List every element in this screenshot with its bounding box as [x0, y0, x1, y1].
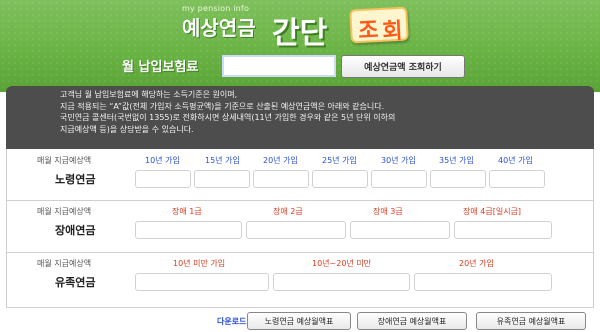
monthly-premium-label: 월 납입보험료 [122, 60, 199, 75]
old-age-col-label: 25년 가입 [322, 156, 357, 165]
survivor-pension-section: 매월 지급예상액 유족연금 10년 미만 가입 10년~20년 미만 20년 가… [7, 253, 593, 308]
header-banner: my pension info 예상연금 간단 조 회 월 납입보험료 예상연금… [0, 0, 600, 92]
old-age-col-label: 35년 가입 [439, 156, 474, 165]
survivor-pension-title: 유족연금 [55, 276, 96, 289]
survivor-value-10to20y[interactable] [273, 273, 410, 291]
old-age-value-30y[interactable] [371, 170, 427, 188]
pension-estimate-panel: 매월 지급예상액 노령연금 10년 가입 15년 가입 20년 가입 25년 가… [6, 149, 594, 308]
badge-char-2: 회 [381, 18, 404, 45]
notice-text: 고객님 월 납입보험료에 해당하는 소득기준은 원이며, 지금 적용되는 “A”… [60, 89, 590, 135]
notice-box: 고객님 월 납입보험료에 해당하는 소득기준은 원이며, 지금 적용되는 “A”… [6, 86, 594, 149]
old-age-value-35y[interactable] [430, 170, 486, 188]
notice-line: 고객님 월 납입보험료에 해당하는 소득기준은 원이며, [60, 90, 238, 99]
download-label: 다운로드 [217, 317, 247, 326]
old-age-value-15y[interactable] [194, 170, 250, 188]
old-age-col-label: 20년 가입 [263, 156, 298, 165]
disability-col-label: 장애 1급 [172, 207, 202, 216]
survivor-value-under10y[interactable] [135, 273, 269, 291]
query-pension-button[interactable]: 예상연금액 조회하기 [341, 55, 465, 78]
old-age-value-25y[interactable] [312, 170, 368, 188]
page-title-emphasis: 간단 [272, 16, 328, 51]
disability-col-label: 장애 3급 [373, 207, 403, 216]
monthly-estimate-label: 매월 지급예상액 [37, 156, 92, 165]
old-age-pension-section: 매월 지급예상액 노령연금 10년 가입 15년 가입 20년 가입 25년 가… [7, 149, 593, 201]
disability-value-grade3[interactable] [350, 221, 450, 239]
survivor-col-label: 10년~20년 미만 [312, 259, 372, 268]
monthly-premium-input[interactable] [222, 55, 336, 77]
notice-line: 국민연금 콜센터(국번없이 1355)로 전화하시면 상세내역(11년 가입한 … [60, 113, 396, 122]
old-age-value-40y[interactable] [489, 170, 545, 188]
download-survivor-table-button[interactable]: 유족연금 예상월액표 [476, 312, 586, 330]
disability-value-grade2[interactable] [246, 221, 346, 239]
disability-value-grade1[interactable] [135, 221, 242, 239]
download-bar: 다운로드 노령연금 예상월액표 장애연금 예상월액표 유족연금 예상월액표 [0, 308, 600, 332]
old-age-col-label: 40년 가입 [498, 156, 533, 165]
disability-pension-section: 매월 지급예상액 장애연금 장애 1급 장애 2급 장애 3급 장애 4급[일시… [7, 201, 593, 253]
old-age-col-label: 10년 가입 [145, 156, 180, 165]
survivor-value-20y[interactable] [414, 273, 552, 291]
old-age-col-label: 15년 가입 [205, 156, 240, 165]
notice-line: 지금 적용되는 “A”값(전체 가입자 소득평균액)을 기준으로 산출된 예상연… [60, 101, 385, 111]
download-old-age-table-button[interactable]: 노령연금 예상월액표 [247, 312, 351, 330]
survivor-col-label: 20년 가입 [459, 259, 494, 268]
old-age-value-10y[interactable] [135, 170, 191, 188]
disability-pension-title: 장애연금 [55, 224, 96, 237]
lookup-badge: 조 회 [349, 6, 409, 45]
old-age-pension-title: 노령연금 [55, 173, 96, 186]
disability-col-label: 장애 2급 [273, 207, 303, 216]
survivor-col-label: 10년 미만 가입 [173, 259, 226, 268]
badge-char-1: 조 [357, 18, 380, 45]
download-disability-table-button[interactable]: 장애연금 예상월액표 [357, 312, 467, 330]
disability-col-label: 장애 4급[일시금] [463, 207, 522, 216]
old-age-value-20y[interactable] [253, 170, 309, 188]
monthly-estimate-label: 매월 지급예상액 [37, 207, 92, 216]
notice-line: 지급예상액 등)을 상담받을 수 있습니다. [60, 124, 194, 134]
disability-value-grade4[interactable] [454, 221, 552, 239]
old-age-col-label: 30년 가입 [381, 156, 416, 165]
monthly-estimate-label: 매월 지급예상액 [37, 259, 92, 268]
page-title: 예상연금 [182, 16, 256, 40]
